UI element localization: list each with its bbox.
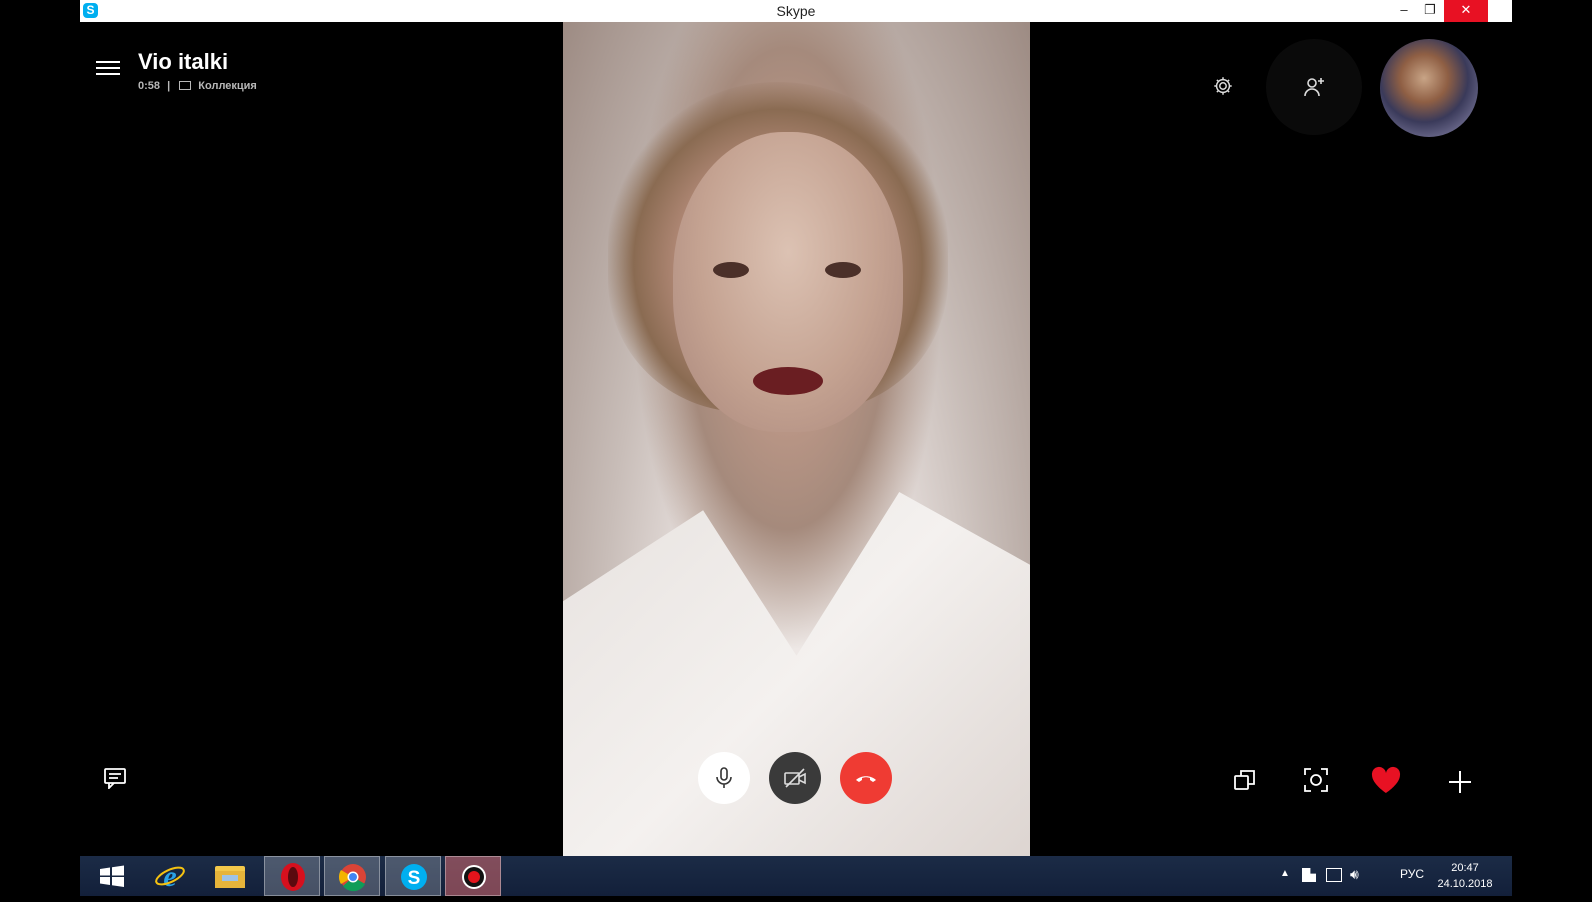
tray-expand-icon[interactable]: ▲ — [1280, 868, 1290, 879]
tray-clock[interactable]: 20:47 24.10.2018 — [1425, 860, 1505, 892]
video-lips-shape — [753, 367, 823, 395]
switch-camera-icon[interactable] — [1232, 767, 1258, 793]
call-contact-name: Vio italki — [138, 49, 229, 74]
video-eye-shape — [825, 262, 861, 278]
recorder-icon[interactable] — [445, 856, 501, 896]
taskbar: e S ▲ 🔊︎ РУС 20:47 24.10.2018 — [80, 856, 1512, 896]
chrome-icon[interactable] — [324, 856, 380, 896]
file-explorer-icon[interactable] — [202, 856, 258, 896]
hamburger-menu-icon[interactable] — [96, 57, 120, 77]
minimize-button[interactable]: – — [1390, 0, 1418, 22]
plus-icon[interactable] — [1448, 770, 1472, 794]
close-button[interactable]: ✕ — [1444, 0, 1488, 22]
skype-taskbar-icon[interactable]: S — [385, 856, 441, 896]
tray-date: 24.10.2018 — [1437, 878, 1493, 890]
opera-icon[interactable] — [264, 856, 320, 896]
video-eye-shape — [713, 262, 749, 278]
call-area: Vio italki 0:58 | Коллекция — [80, 22, 1512, 856]
chat-icon[interactable] — [103, 767, 127, 791]
video-off-icon — [784, 768, 806, 788]
gear-icon[interactable] — [1210, 75, 1236, 101]
windows-start-icon[interactable] — [84, 856, 140, 896]
remote-video — [563, 22, 1030, 856]
tray-time: 20:47 — [1451, 862, 1479, 874]
end-call-icon — [856, 776, 876, 782]
call-subtitle: 0:58 | Коллекция — [138, 80, 257, 92]
subtitle-separator: | — [167, 80, 171, 92]
call-duration: 0:58 — [138, 80, 161, 92]
camera-button[interactable] — [769, 752, 821, 804]
restore-button[interactable]: ❐ — [1416, 0, 1444, 22]
call-group-label[interactable]: Коллекция — [198, 80, 257, 92]
window-titlebar: S Skype – ❐ ✕ — [80, 0, 1512, 23]
tray-network-icon[interactable] — [1326, 868, 1342, 882]
svg-text:e: e — [163, 860, 176, 893]
heart-icon[interactable] — [1370, 765, 1402, 795]
window-title: Skype — [776, 3, 816, 19]
add-person-icon — [1304, 78, 1324, 97]
snapshot-icon[interactable] — [1302, 766, 1330, 794]
self-avatar[interactable] — [1380, 39, 1478, 137]
microphone-button[interactable] — [698, 752, 750, 804]
folder-icon — [179, 81, 192, 90]
add-participant-button[interactable] — [1266, 39, 1362, 135]
svg-text:S: S — [408, 868, 421, 889]
microphone-icon — [716, 767, 732, 788]
tray-language[interactable]: РУС — [1400, 867, 1424, 881]
tray-volume-icon[interactable]: 🔊︎ — [1350, 866, 1359, 883]
internet-explorer-icon[interactable]: e — [142, 856, 198, 896]
tray-flag-icon[interactable] — [1302, 868, 1316, 882]
end-call-button[interactable] — [840, 752, 892, 804]
